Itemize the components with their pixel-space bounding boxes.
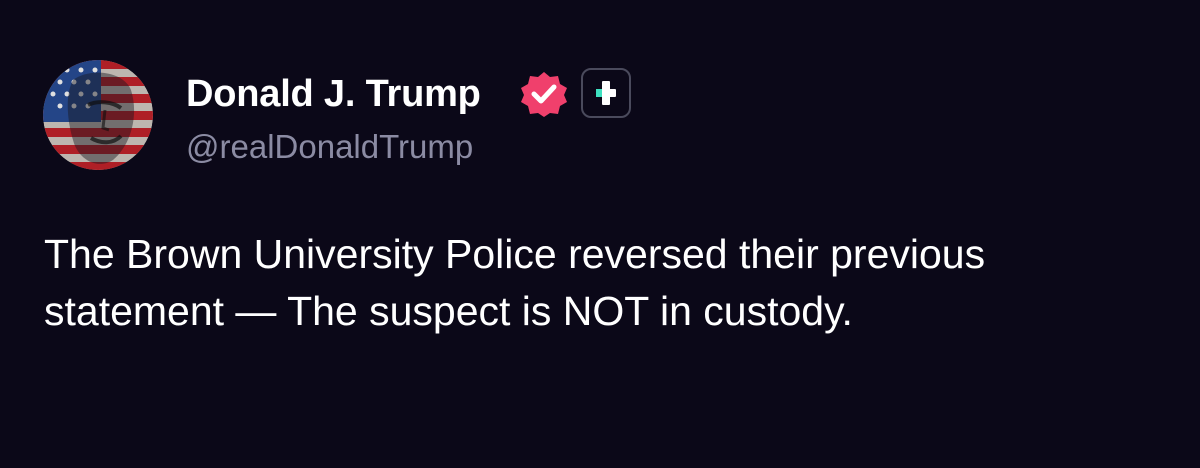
post-card: Donald J. Trump @realDonaldTrump The Bro…	[0, 0, 1200, 468]
verified-badge-icon	[519, 69, 569, 119]
plus-badge-icon[interactable]	[581, 68, 631, 118]
author-avatar[interactable]	[43, 60, 153, 170]
post-body-text: The Brown University Police reversed the…	[44, 231, 986, 334]
author-display-name[interactable]: Donald J. Trump	[186, 72, 481, 116]
flag-portrait-icon	[43, 60, 153, 170]
author-handle[interactable]: @realDonaldTrump	[186, 127, 473, 167]
